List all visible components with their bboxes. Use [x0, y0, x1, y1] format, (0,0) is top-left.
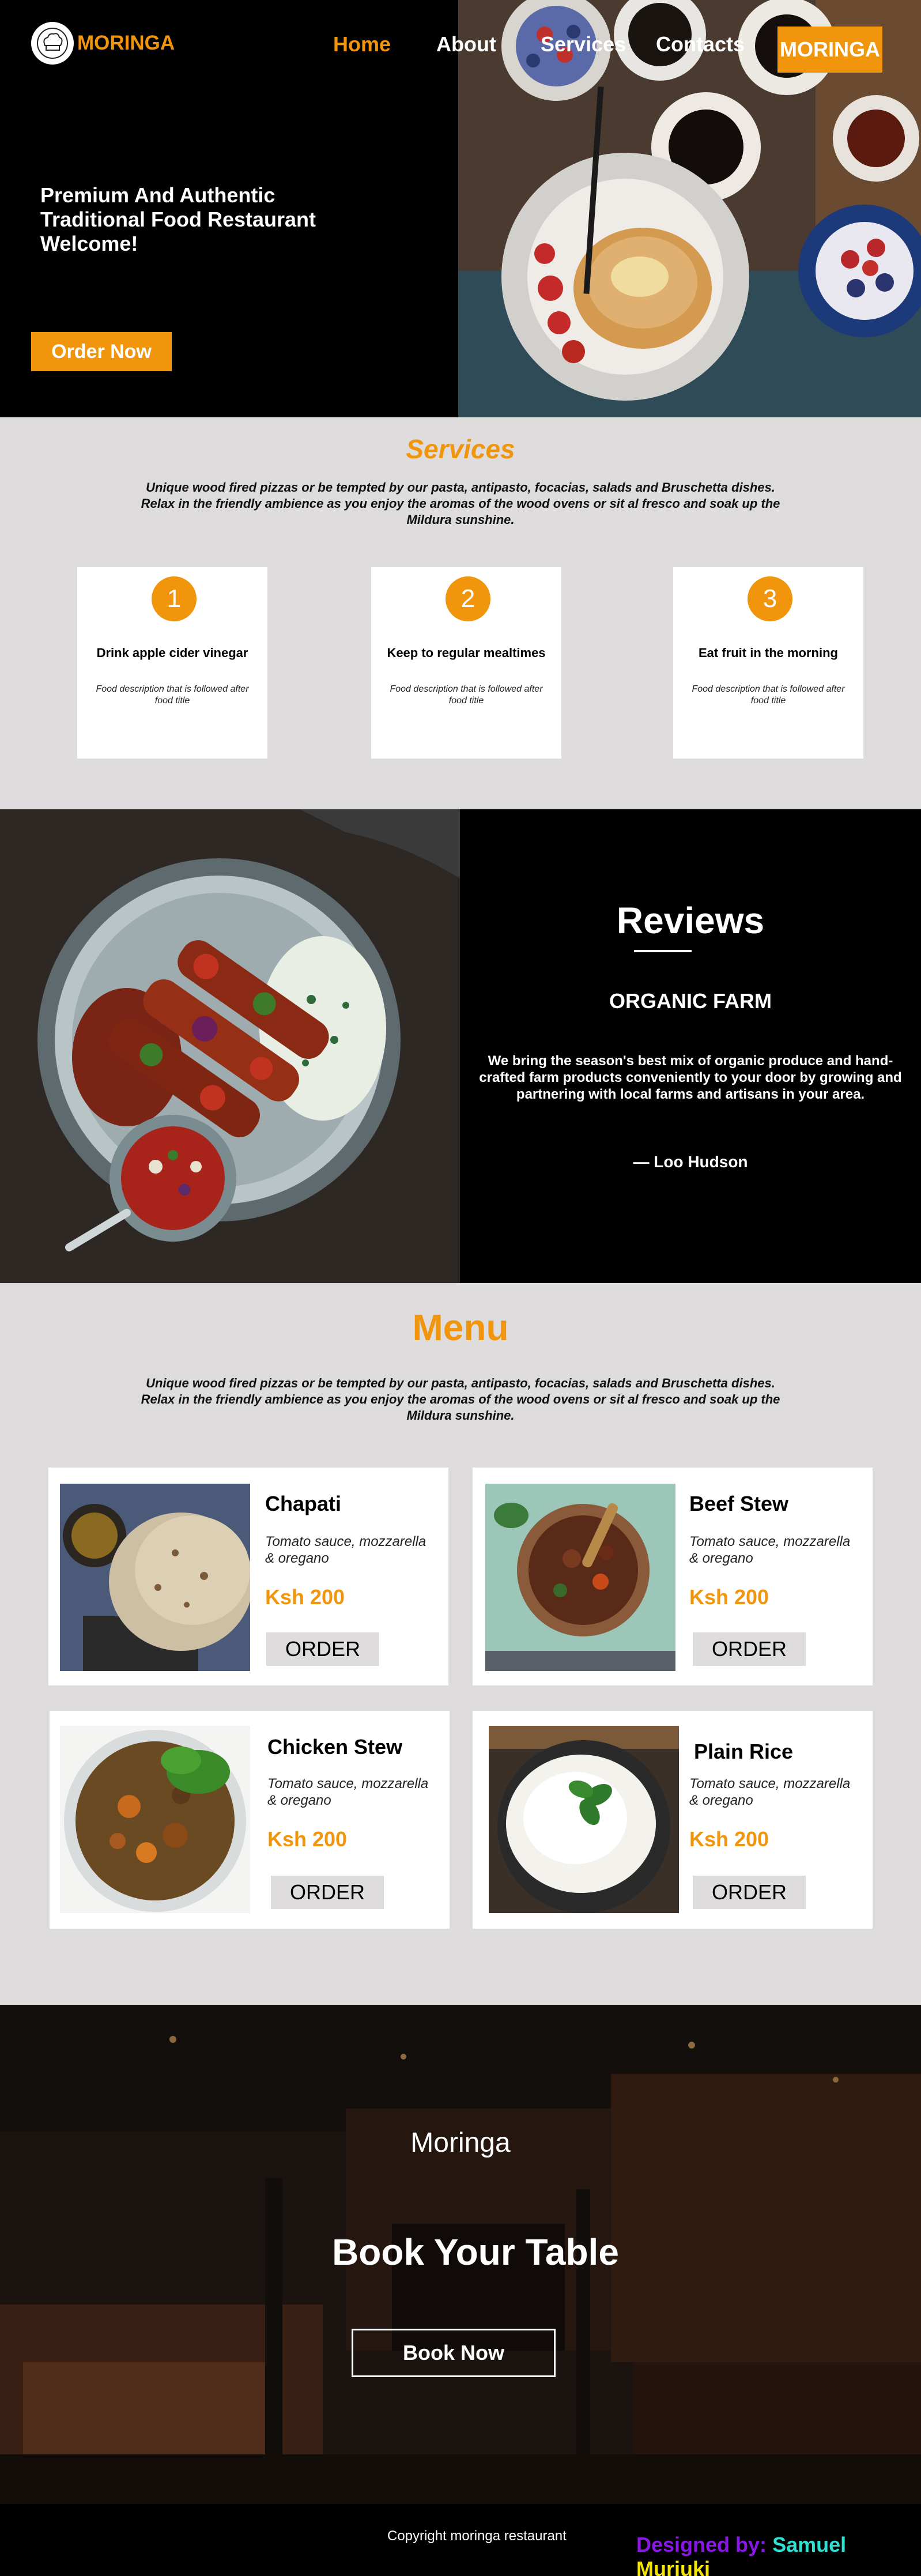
designer-credit: Designed by: Samuel Muriuki	[636, 2533, 921, 2576]
order-button[interactable]: ORDER	[693, 1632, 806, 1666]
nav-home-link[interactable]: Home	[333, 32, 391, 56]
service-title: Drink apple cider vinegar	[96, 646, 248, 660]
order-button[interactable]: ORDER	[266, 1632, 379, 1666]
menu-description: Unique wood fired pizzas or be tempted b…	[141, 1376, 780, 1423]
booking-section: Moringa Book Your Table Book Now	[0, 2005, 921, 2504]
designer-last-name: Muriuki	[636, 2557, 711, 2576]
order-button[interactable]: ORDER	[271, 1876, 384, 1909]
hero-title: Premium And Authentic Traditional Food R…	[40, 183, 316, 255]
service-number-badge: 2	[446, 576, 490, 621]
page: MORINGA Home About Services Contacts MOR…	[0, 0, 921, 2576]
menu-item-price: Ksh 200	[689, 1827, 769, 1851]
service-description: Food description that is followed after …	[692, 684, 845, 706]
reviews-divider	[634, 950, 692, 952]
copyright-text: Copyright moringa restaurant	[387, 2528, 567, 2544]
menu-heading: Menu	[412, 1307, 509, 1348]
menu-item-name: Beef Stew	[689, 1492, 789, 1515]
service-number-badge: 1	[152, 576, 197, 621]
menu-item-description: Tomato sauce, mozzarella & oregano	[689, 1776, 851, 1808]
order-now-button[interactable]: Order Now	[31, 332, 172, 371]
service-title: Eat fruit in the morning	[699, 646, 838, 660]
booking-subtitle: Moringa	[410, 2128, 511, 2158]
chicken-stew-image	[60, 1726, 250, 1913]
review-author: — Loo Hudson	[633, 1153, 748, 1171]
beef-stew-image	[485, 1484, 675, 1671]
services-section: Services Unique wood fired pizzas or be …	[0, 417, 921, 809]
reviews-heading: Reviews	[616, 900, 765, 941]
book-now-button[interactable]: Book Now	[352, 2329, 556, 2377]
menu-item-card: Plain Rice Tomato sauce, mozzarella & or…	[473, 1711, 873, 1929]
logo-text: MORINGA	[77, 32, 175, 54]
designed-by-label: Designed by:	[636, 2533, 767, 2556]
menu-item-name: Chapati	[265, 1492, 342, 1515]
kebab-dish-image	[0, 809, 460, 1283]
hero-section: MORINGA Home About Services Contacts MOR…	[0, 0, 921, 417]
menu-item-description: Tomato sauce, mozzarella & oregano	[689, 1534, 851, 1566]
service-description: Food description that is followed after …	[96, 684, 249, 706]
designer-first-name: Samuel	[772, 2533, 847, 2556]
menu-item-price: Ksh 200	[265, 1585, 345, 1609]
booking-title: Book Your Table	[332, 2231, 619, 2273]
plain-rice-image	[489, 1726, 679, 1913]
menu-item-description: Tomato sauce, mozzarella & oregano	[267, 1776, 429, 1808]
menu-item-description: Tomato sauce, mozzarella & oregano	[265, 1534, 426, 1566]
review-text: We bring the season's best mix of organi…	[479, 1053, 902, 1102]
chef-hat-icon	[31, 22, 74, 65]
menu-item-card: Beef Stew Tomato sauce, mozzarella & ore…	[473, 1468, 873, 1685]
footer: Copyright moringa restaurant Designed by…	[0, 2504, 921, 2576]
services-description: Unique wood fired pizzas or be tempted b…	[141, 480, 780, 527]
menu-item-card: Chapati Tomato sauce, mozzarella & orega…	[48, 1468, 448, 1685]
service-card: 2 Keep to regular mealtimes Food descrip…	[371, 567, 561, 759]
menu-item-name: Chicken Stew	[267, 1735, 403, 1759]
services-heading: Services	[406, 434, 515, 464]
service-description: Food description that is followed after …	[390, 684, 543, 706]
menu-section: Menu Unique wood fired pizzas or be temp…	[0, 1283, 921, 2005]
logo[interactable]: MORINGA	[31, 22, 175, 65]
service-card: 3 Eat fruit in the morning Food descript…	[673, 567, 863, 759]
reviews-section: Reviews ORGANIC FARM We bring the season…	[0, 809, 921, 1283]
nav-services-link[interactable]: Services	[541, 32, 626, 56]
service-card: 1 Drink apple cider vinegar Food descrip…	[77, 567, 267, 759]
service-title: Keep to regular mealtimes	[387, 646, 546, 660]
chapati-image	[60, 1484, 250, 1671]
menu-item-name: Plain Rice	[694, 1740, 794, 1763]
menu-item-card: Chicken Stew Tomato sauce, mozzarella & …	[50, 1711, 450, 1929]
menu-item-price: Ksh 200	[689, 1585, 769, 1609]
order-button[interactable]: ORDER	[693, 1876, 806, 1909]
nav-about-link[interactable]: About	[436, 32, 496, 56]
service-number-badge: 3	[748, 576, 792, 621]
nav-brand-button[interactable]: MORINGA	[777, 27, 882, 73]
nav-contacts-link[interactable]: Contacts	[656, 32, 745, 56]
menu-item-price: Ksh 200	[267, 1827, 348, 1851]
reviews-subheading: ORGANIC FARM	[609, 989, 772, 1013]
